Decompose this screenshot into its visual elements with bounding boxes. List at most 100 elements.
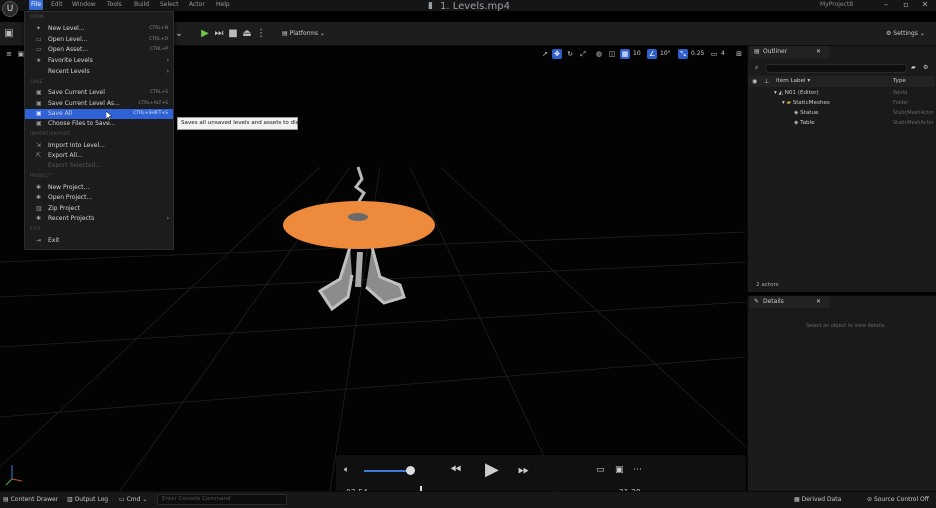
grid-snap-value[interactable]: 10 — [633, 49, 641, 59]
unreal-logo-icon[interactable]: U — [2, 1, 18, 17]
col-item-label[interactable]: Item Label ▾ — [776, 78, 810, 84]
file-menu-dropdown: OPEN ✦ New Level... CTRL+N ▭ Open Level... C… — [24, 11, 174, 250]
close-icon[interactable]: ✕ — [816, 298, 821, 305]
section-save: SAVE — [30, 80, 43, 85]
settings-button[interactable]: ⚙ Settings ⌄ — [886, 28, 925, 40]
eject-icon[interactable]: ⏏ — [242, 28, 252, 40]
menu-item-open-asset[interactable]: ▭ Open Asset... CTRL+P — [25, 45, 173, 55]
menu-item-export-all[interactable]: ⇱ Export All... — [25, 151, 173, 161]
outliner-type-table: StaticMeshActor — [893, 120, 934, 126]
outliner-tab-label: Outliner — [763, 48, 788, 55]
chevron-down-icon[interactable]: ⌄ — [174, 28, 184, 40]
outliner-type-folder: Folder — [893, 100, 909, 106]
menu-item-import-into-level[interactable]: ⇲ Import Into Level... — [25, 141, 173, 151]
menu-help[interactable]: Help — [216, 0, 230, 10]
scale-snap-icon[interactable]: ⤡ — [678, 49, 688, 59]
pin-icon[interactable]: ⊥ — [764, 78, 769, 85]
chevron-right-icon: › — [166, 57, 169, 64]
grid-snap-icon[interactable]: ▦ — [620, 49, 630, 59]
menu-item-zip-project[interactable]: ▥ Zip Project — [25, 204, 173, 214]
menu-tools[interactable]: Tools — [107, 0, 122, 10]
volume-icon[interactable]: 🔈︎ — [344, 465, 349, 475]
menu-item-export-selected[interactable]: Export Selected... — [25, 161, 173, 171]
source-control-button[interactable]: ⊘ Source Control Off — [867, 494, 929, 505]
exit-icon: ⇥ — [36, 237, 42, 244]
platforms-icon: ▤ — [282, 30, 290, 37]
play-icon[interactable]: ▶ — [485, 459, 499, 480]
menu-item-choose-files-to-save[interactable]: ▣ Choose Files to Save... — [25, 119, 173, 129]
video-file-icon: ▮ — [428, 1, 433, 11]
output-log-button[interactable]: ▥ Output Log — [67, 494, 108, 505]
outliner-row-staticmeshes[interactable]: ▾ ▰ StaticMeshes — [782, 98, 830, 108]
chevron-down-icon: ⌄ — [140, 496, 148, 503]
menu-item-save-current-level-as[interactable]: ▣ Save Current Level As... CTRL+ALT+S — [25, 99, 173, 109]
menu-item-open-project[interactable]: ✱ Open Project... — [25, 193, 173, 203]
save-as-icon: ▣ — [36, 100, 42, 107]
outliner-row-world[interactable]: ▾ ◭ N01 (Editor) — [774, 88, 819, 98]
airplay-icon[interactable]: ▭ — [596, 465, 605, 475]
pip-icon[interactable]: ▣ — [615, 465, 624, 475]
content-drawer-button[interactable]: ▤ Content Drawer — [3, 494, 58, 505]
menu-window[interactable]: Window — [72, 0, 96, 10]
menu-edit[interactable]: Edit — [51, 0, 63, 10]
menu-actor[interactable]: Actor — [189, 0, 205, 10]
more-options-icon[interactable]: ⋮ — [256, 28, 266, 40]
menu-item-new-level[interactable]: ✦ New Level... CTRL+N — [25, 24, 173, 34]
camera-speed-value[interactable]: 4 — [721, 49, 725, 59]
minimize-icon[interactable]: – — [880, 0, 892, 11]
menu-item-recent-levels[interactable]: Recent Levels › — [25, 67, 173, 77]
platforms-button[interactable]: ▤ Platforms ⌄ — [282, 28, 325, 40]
menu-build[interactable]: Build — [134, 0, 149, 10]
step-icon[interactable]: ⏭ — [214, 28, 224, 40]
menu-file[interactable]: File — [29, 0, 43, 10]
terminal-icon: ▭ — [119, 496, 127, 503]
translate-icon[interactable]: ✥ — [552, 49, 562, 59]
outliner-type-world: World — [893, 90, 908, 96]
stop-icon[interactable]: ■ — [228, 28, 238, 40]
rewind-icon[interactable]: ⏪︎ — [450, 462, 461, 478]
rotation-snap-icon[interactable]: ∠ — [647, 49, 657, 59]
outliner-row-table[interactable]: ◈ Table — [794, 118, 815, 128]
menu-item-exit[interactable]: ⇥ Exit — [25, 236, 173, 246]
gear-icon[interactable]: ⚙ — [923, 64, 928, 71]
menu-item-save-all[interactable]: ▣ Save All CTRL+SHIFT+S — [25, 109, 173, 119]
chevron-right-icon: › — [166, 68, 169, 75]
outliner-row-statue[interactable]: ◈ Statue — [794, 108, 818, 118]
menu-item-new-project[interactable]: ✱ New Project... — [25, 183, 173, 193]
menu-item-recent-projects[interactable]: ✱ Recent Projects › — [25, 214, 173, 224]
scale-snap-value[interactable]: 0.25 — [691, 49, 704, 59]
save-icon[interactable]: ▣ — [4, 28, 14, 40]
table-mesh — [283, 201, 435, 312]
more-icon[interactable]: ⋯ — [633, 465, 642, 475]
col-type[interactable]: Type — [893, 78, 906, 84]
menu-item-favorite-levels[interactable]: ★ Favorite Levels › — [25, 56, 173, 66]
maximize-viewport-icon[interactable]: ⊞ — [734, 49, 744, 59]
camera-speed-icon[interactable]: ▭ — [709, 49, 719, 59]
viewport-options-icon[interactable]: ≡ — [4, 49, 14, 59]
fast-forward-icon[interactable]: ⏩︎ — [518, 462, 529, 478]
cmd-dropdown[interactable]: ▭ Cmd ⌄ — [119, 494, 147, 505]
project-icon: ✱ — [36, 194, 42, 201]
add-folder-icon[interactable]: ▰ — [911, 64, 916, 71]
volume-knob[interactable] — [406, 466, 415, 475]
maximize-icon[interactable]: ▫ — [900, 0, 912, 11]
close-icon[interactable]: ✕ — [919, 0, 931, 11]
play-icon[interactable]: ▶ — [200, 28, 210, 40]
visibility-icon[interactable]: ◉ — [752, 78, 757, 85]
outliner-tab[interactable]: ▤ Outliner ✕ — [750, 46, 830, 58]
surface-snap-icon[interactable]: ◫ — [607, 49, 617, 59]
rotation-snap-value[interactable]: 10° — [660, 49, 671, 59]
details-tab[interactable]: ✎ Details ✕ — [750, 296, 830, 308]
rotate-icon[interactable]: ↻ — [565, 49, 575, 59]
outliner-search-input[interactable] — [765, 64, 907, 73]
derived-data-button[interactable]: ▦ Derived Data — [794, 494, 841, 505]
menu-select[interactable]: Select — [160, 0, 179, 10]
scale-icon[interactable]: ⤢ — [578, 49, 588, 59]
world-space-icon[interactable]: ◍ — [594, 49, 604, 59]
select-mode-icon[interactable]: ➚ — [540, 49, 550, 59]
close-icon[interactable]: ✕ — [816, 48, 821, 55]
menu-item-open-level[interactable]: ▭ Open Level... CTRL+O — [25, 35, 173, 45]
menu-item-save-current-level[interactable]: ▣ Save Current Level CTRL+S — [25, 88, 173, 98]
section-exit: EXIT — [30, 227, 42, 232]
console-command-input[interactable]: Enter Console Command — [157, 494, 287, 505]
